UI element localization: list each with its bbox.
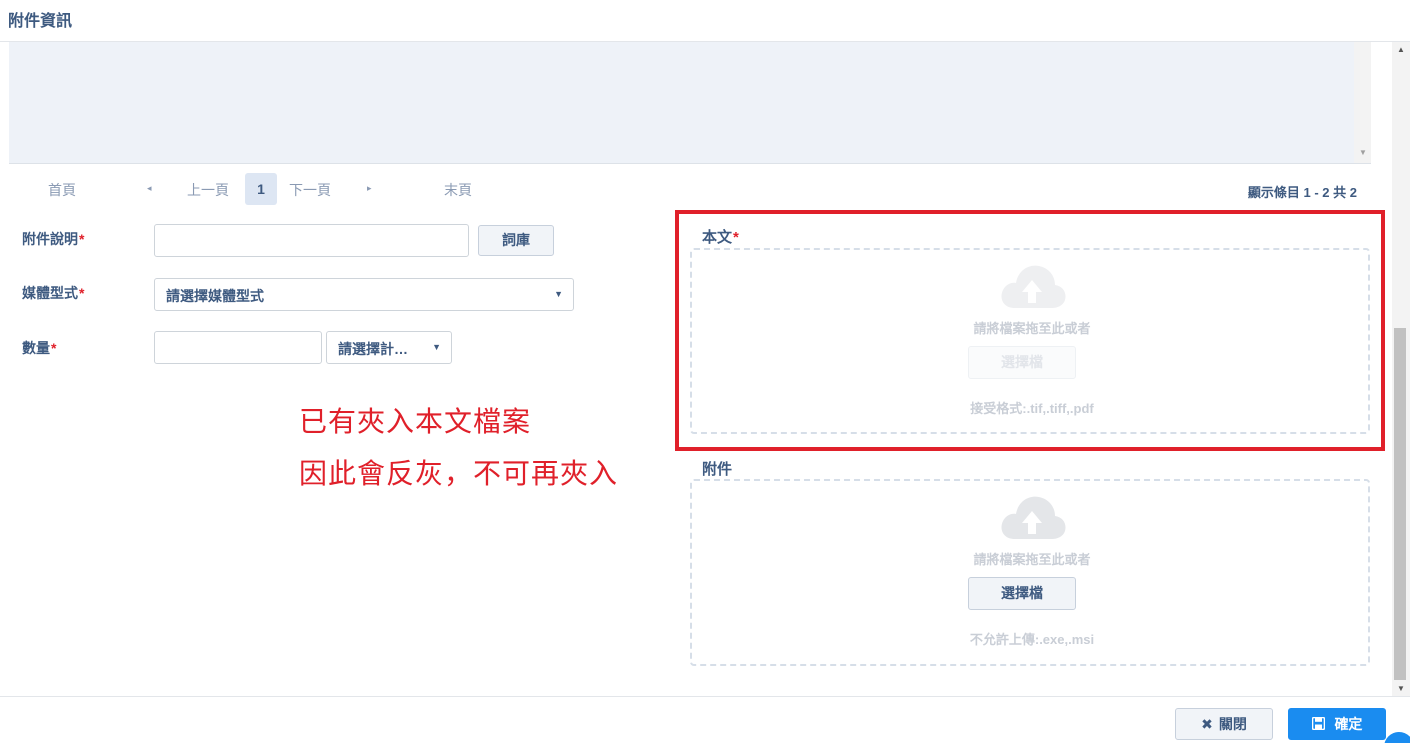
description-input[interactable] bbox=[154, 224, 469, 257]
close-button[interactable]: ✖ 關閉 bbox=[1175, 708, 1273, 740]
attachment-formats: 不允許上傳:.exe,.msi bbox=[969, 632, 1095, 647]
required-mark: * bbox=[733, 229, 739, 246]
pager-current-page[interactable]: 1 bbox=[245, 173, 277, 205]
pager-prev-arrow-icon[interactable]: ◂ bbox=[147, 183, 152, 194]
required-mark: * bbox=[79, 231, 85, 247]
scroll-down-icon[interactable]: ▼ bbox=[1359, 148, 1367, 157]
scroll-down-icon[interactable]: ▼ bbox=[1397, 684, 1405, 693]
media-label-text: 媒體型式 bbox=[22, 285, 78, 301]
confirm-button-label: 確定 bbox=[1334, 716, 1363, 732]
required-mark: * bbox=[79, 285, 85, 301]
cloud-upload-icon bbox=[1001, 265, 1066, 308]
attachment-label: 附件 bbox=[702, 461, 733, 478]
main-text-label-text: 本文 bbox=[702, 229, 733, 246]
scroll-up-icon[interactable]: ▲ bbox=[1397, 45, 1405, 54]
unit-value: 請選擇計… bbox=[338, 341, 408, 357]
pager-last[interactable]: 末頁 bbox=[444, 180, 472, 200]
dialog-scrollbar[interactable]: ▲ ▼ bbox=[1392, 42, 1410, 696]
attachment-dropzone[interactable]: 請將檔案拖至此或者 選擇檔 不允許上傳:.exe,.msi bbox=[690, 479, 1370, 666]
main-text-dropzone: 請將檔案拖至此或者 選擇檔 接受格式:.tif,.tiff,.pdf bbox=[690, 248, 1370, 434]
media-type-value: 請選擇媒體型式 bbox=[166, 288, 264, 304]
media-type-select[interactable]: 請選擇媒體型式 ▼ bbox=[154, 278, 574, 311]
media-label: 媒體型式* bbox=[22, 283, 84, 303]
main-text-formats: 接受格式:.tif,.tiff,.pdf bbox=[970, 401, 1094, 416]
annotation-line-2: 因此會反灰，不可再夾入 bbox=[299, 458, 619, 489]
thesaurus-button[interactable]: 詞庫 bbox=[478, 225, 554, 256]
close-button-label: 關閉 bbox=[1218, 716, 1247, 732]
close-x-icon: ✖ bbox=[1201, 716, 1213, 732]
pager-first[interactable]: 首頁 bbox=[48, 180, 76, 200]
description-label-text: 附件說明 bbox=[22, 231, 78, 247]
cloud-upload-icon bbox=[1001, 496, 1066, 539]
divider bbox=[9, 163, 1371, 164]
pager-prev[interactable]: 上一頁 bbox=[187, 180, 229, 200]
pager-next-arrow-icon[interactable]: ▸ bbox=[367, 183, 372, 194]
dialog-content: ▼ 首頁 ◂ 上一頁 1 下一頁 ▸ 末頁 顯示條目 1 - 2 共 2 附件說… bbox=[0, 42, 1392, 696]
pager-next[interactable]: 下一頁 bbox=[289, 180, 331, 200]
attachment-drop-hint: 請將檔案拖至此或者 bbox=[973, 552, 1091, 567]
save-disk-icon bbox=[1311, 716, 1329, 732]
quantity-label-text: 數量 bbox=[22, 340, 50, 356]
main-text-drop-hint: 請將檔案拖至此或者 bbox=[973, 321, 1091, 336]
dialog-footer: ✖ 關閉 確定 bbox=[0, 696, 1410, 743]
quantity-label: 數量* bbox=[22, 338, 56, 358]
required-mark: * bbox=[51, 340, 57, 356]
pager: 首頁 ◂ 上一頁 1 下一頁 ▸ 末頁 顯示條目 1 - 2 共 2 bbox=[0, 170, 1392, 208]
confirm-button[interactable]: 確定 bbox=[1288, 708, 1386, 740]
pager-info: 顯示條目 1 - 2 共 2 bbox=[1247, 185, 1357, 200]
quantity-input[interactable] bbox=[154, 331, 322, 364]
chevron-down-icon: ▼ bbox=[554, 289, 563, 299]
main-text-choose-file-button: 選擇檔 bbox=[968, 346, 1076, 379]
description-label: 附件說明* bbox=[22, 229, 84, 249]
chevron-down-icon: ▼ bbox=[432, 342, 441, 352]
dialog-header: 附件資訊 bbox=[0, 0, 1410, 42]
attachment-choose-file-button[interactable]: 選擇檔 bbox=[968, 577, 1076, 610]
attachment-grid bbox=[9, 42, 1354, 163]
unit-select[interactable]: 請選擇計… ▼ bbox=[326, 331, 452, 364]
annotation-line-1: 已有夾入本文檔案 bbox=[299, 406, 532, 437]
grid-scrollbar[interactable]: ▼ bbox=[1354, 42, 1371, 163]
main-text-label: 本文* bbox=[702, 226, 739, 247]
dialog-title: 附件資訊 bbox=[8, 13, 73, 30]
scrollbar-thumb[interactable] bbox=[1394, 328, 1406, 680]
